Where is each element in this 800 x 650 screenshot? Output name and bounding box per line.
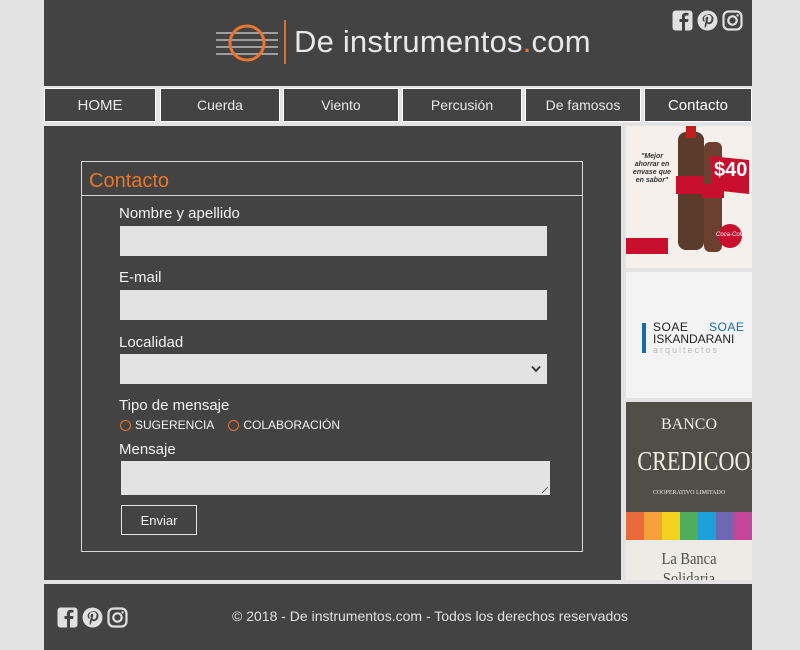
footer: © 2018 - De instrumentos.com - Todos los… (44, 584, 752, 650)
ad-soae-bar (642, 323, 646, 353)
ad-credicoop-color-bar (626, 512, 752, 540)
instagram-icon[interactable] (107, 607, 128, 628)
nav-item-cuerda[interactable]: Cuerda (160, 88, 280, 122)
main-nav: HOME Cuerda Viento Percusión De famosos … (44, 88, 752, 124)
facebook-icon[interactable] (672, 10, 693, 31)
ad-soae-line2: ISKANDARANI (653, 332, 735, 346)
footer-copyright: © 2018 - De instrumentos.com - Todos los… (232, 608, 629, 624)
radio-circle-icon[interactable] (228, 419, 240, 431)
site: De instrumentos.com HOME Cuerda Viento P… (44, 0, 752, 650)
ads-sidebar: "Mejor ahorrar en envase que en sabor" $… (626, 126, 752, 580)
footer-social-links (57, 607, 128, 628)
header: De instrumentos.com (44, 0, 752, 86)
message-label: Mensaje (119, 441, 176, 458)
facebook-icon[interactable] (57, 607, 78, 628)
ad-soae-line3: arquitectos (653, 345, 720, 355)
nav-item-viento[interactable]: Viento (283, 88, 399, 122)
contact-form: Contacto Nombre y apellido E-mail Locali… (81, 161, 583, 552)
nav-item-de-famosos[interactable]: De famosos (525, 88, 641, 122)
logo[interactable]: De instrumentos.com (216, 18, 591, 66)
form-title-row: Contacto (82, 162, 582, 196)
ad-cocacola-brand: Coca-Cola (716, 232, 745, 238)
ad-credicoop[interactable]: BANCO CREDICOOP COOPERATIVO LIMITADO La … (626, 402, 752, 580)
logo-text: De instrumentos.com (294, 24, 591, 59)
logo-separator (284, 20, 286, 64)
chevron-down-icon (531, 365, 541, 373)
pinterest-icon[interactable] (697, 10, 718, 31)
ad-cocacola-price: $40 (714, 159, 748, 181)
email-label: E-mail (119, 269, 162, 286)
message-textarea[interactable] (121, 461, 550, 495)
email-input[interactable] (120, 290, 547, 320)
logo-guitar-icon (216, 24, 278, 62)
nav-item-contacto[interactable]: Contacto (644, 88, 752, 122)
pinterest-icon[interactable] (82, 607, 103, 628)
ad-credicoop-line3: COOPERATIVO LIMITADO (652, 490, 726, 496)
ad-cocacola[interactable]: "Mejor ahorrar en envase que en sabor" $… (626, 126, 752, 268)
message-type-options: SUGERENCIA COLABORACIÓN (120, 418, 354, 432)
ad-cocacola-tagline: "Mejor ahorrar en envase que en sabor" (632, 153, 672, 184)
ad-credicoop-line1: BANCO (660, 416, 717, 433)
nav-item-percusion[interactable]: Percusión (402, 88, 522, 122)
message-type-label: Tipo de mensaje (119, 397, 230, 414)
radio-circle-icon[interactable] (120, 419, 131, 431)
radio-colaboracion[interactable]: COLABORACIÓN (228, 418, 340, 432)
instagram-icon[interactable] (722, 10, 743, 31)
ad-credicoop-line2: CREDICOOP (637, 446, 752, 476)
submit-button[interactable]: Enviar (121, 505, 197, 535)
nav-item-home[interactable]: HOME (44, 88, 156, 122)
resize-handle-icon[interactable] (542, 487, 548, 493)
name-input[interactable] (120, 226, 547, 256)
form-title: Contacto (89, 170, 170, 192)
radio-sugerencia[interactable]: SUGERENCIA (120, 418, 214, 432)
header-social-links (672, 10, 743, 31)
radio-sugerencia-label: SUGERENCIA (135, 418, 215, 432)
locality-label: Localidad (119, 334, 184, 351)
radio-colaboracion-label: COLABORACIÓN (243, 418, 341, 432)
main-content: Contacto Nombre y apellido E-mail Locali… (44, 126, 621, 580)
locality-select[interactable] (120, 354, 547, 384)
ad-cocacola-image (626, 126, 752, 268)
name-label: Nombre y apellido (119, 205, 240, 222)
ad-credicoop-line4: La Banca Solidaria (661, 549, 717, 580)
ad-soae[interactable]: SOAE SOAE ISKANDARANI arquitectos (626, 272, 752, 398)
